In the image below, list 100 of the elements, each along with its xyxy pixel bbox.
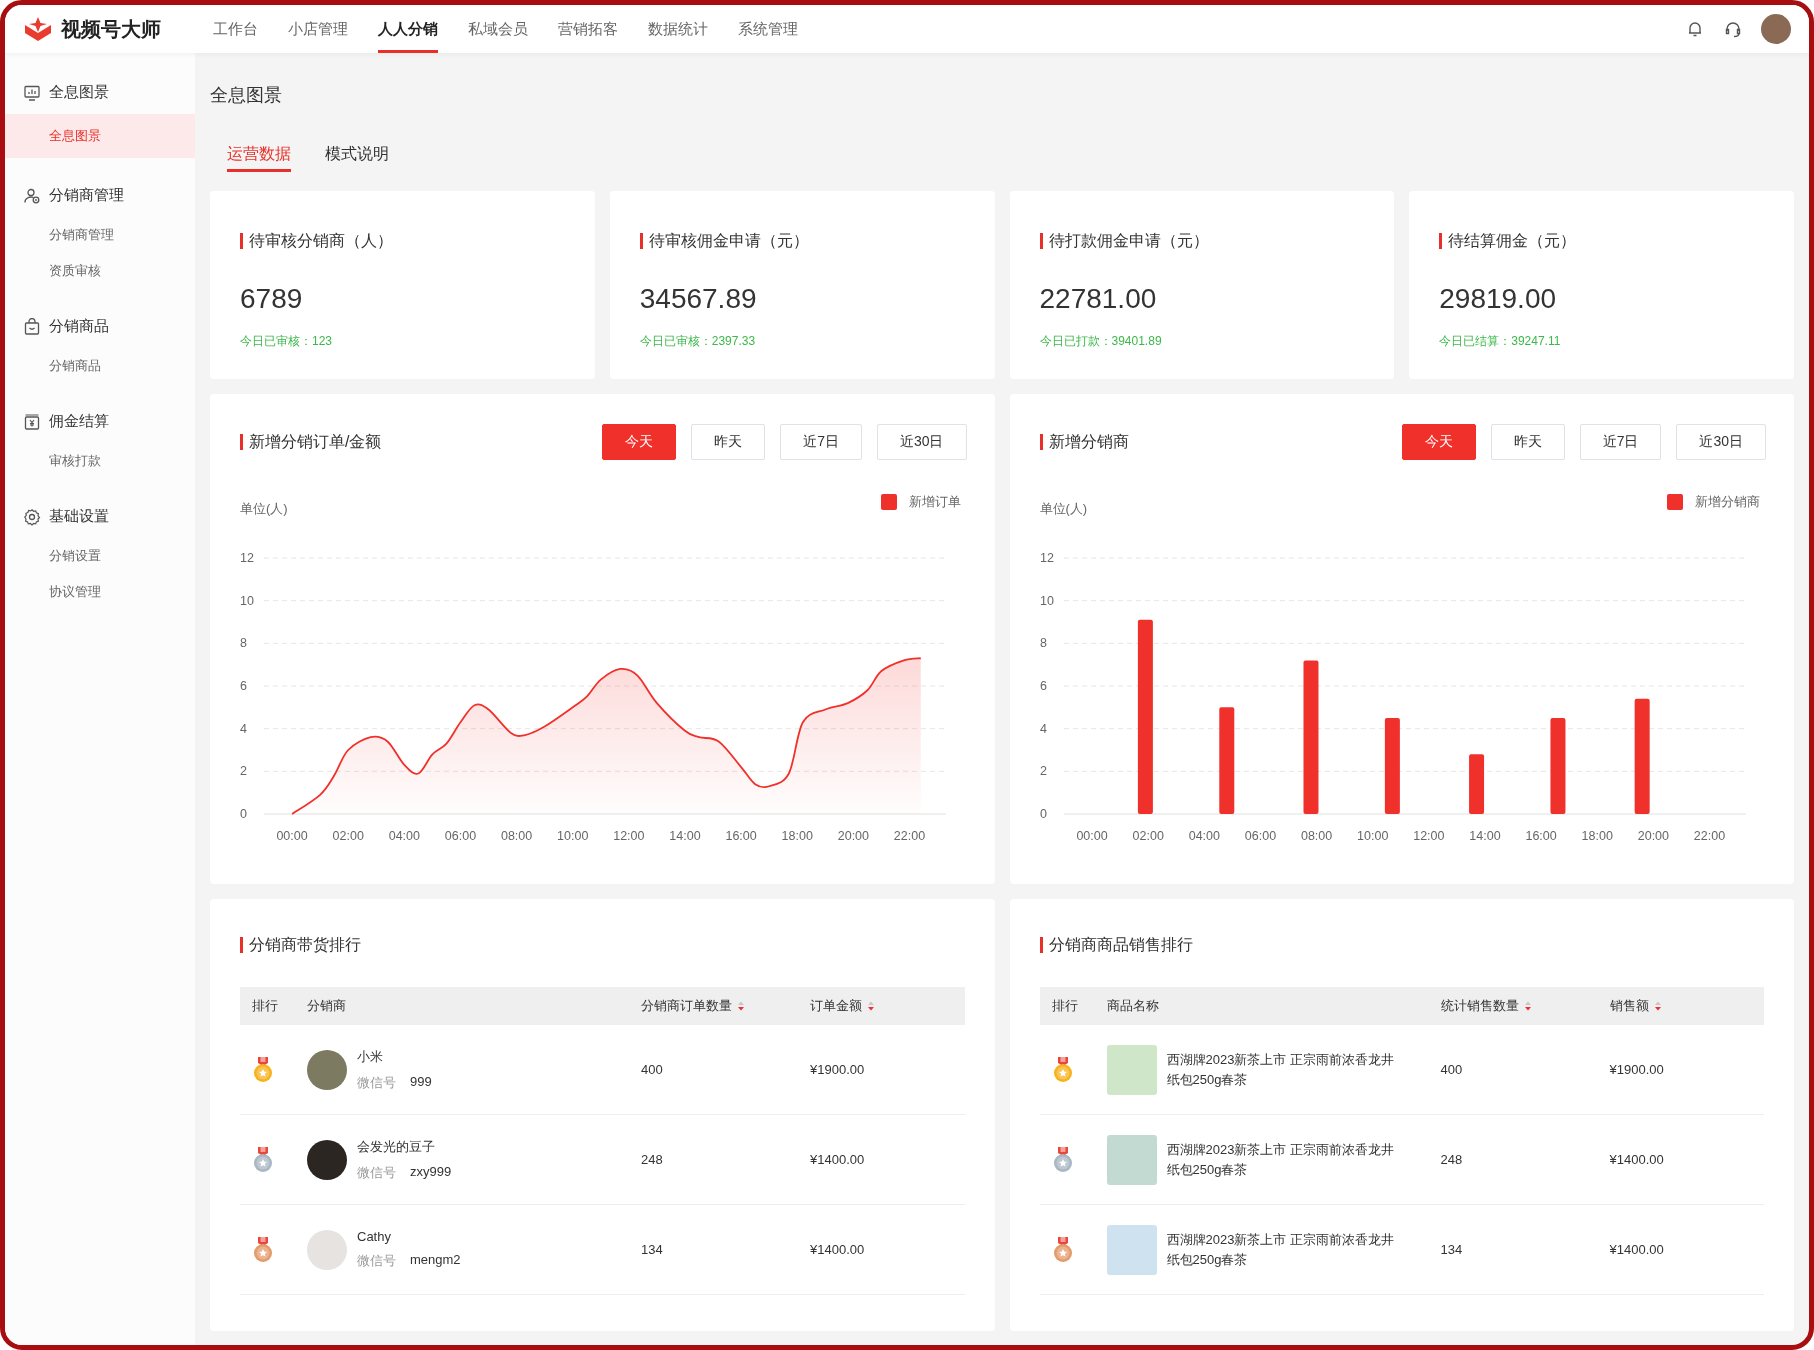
x-tick-label: 22:00: [893, 829, 926, 843]
headset-icon[interactable]: [1723, 19, 1743, 39]
wechat-id: mengm2: [410, 1252, 461, 1269]
y-tick-label: 12: [1039, 551, 1054, 565]
x-tick-label: 06:00: [1244, 829, 1276, 843]
distributor-name: 会发光的豆子: [357, 1137, 436, 1156]
legend-label: 新增分销商: [1695, 493, 1760, 511]
sidebar-item[interactable]: 全息图景: [5, 114, 195, 158]
column-header: 排行: [1051, 997, 1078, 1015]
sidebar-item[interactable]: 分销设置: [5, 538, 195, 574]
nav-tab[interactable]: 人人分销: [378, 5, 438, 53]
product-photo: [1106, 1134, 1157, 1185]
yuan-box-icon: [23, 412, 41, 431]
settings-icon: [23, 507, 41, 526]
y-tick-label: 8: [1039, 636, 1047, 651]
tab[interactable]: 运营数据: [227, 144, 291, 172]
range-button[interactable]: 近7日: [1579, 424, 1662, 460]
column-header: 分销商订单数量: [641, 997, 732, 1015]
sort-icon[interactable]: [737, 1001, 745, 1011]
product-name: 西湖牌2023新茶上市 正宗雨前浓香龙井纸包250g春茶: [1166, 1230, 1396, 1269]
sort-icon[interactable]: [1523, 1001, 1532, 1011]
x-tick-label: 12:00: [613, 829, 645, 843]
sidebar-group-title[interactable]: 分销商品: [49, 317, 109, 336]
stat-value: 6789: [240, 283, 304, 315]
x-tick-label: 02:00: [332, 829, 364, 843]
range-button[interactable]: 今天: [602, 424, 677, 460]
nav-tab[interactable]: 小店管理: [288, 5, 348, 53]
range-button[interactable]: 昨天: [1490, 424, 1565, 460]
table-cell: 134: [1440, 1242, 1463, 1257]
table-cell: 134: [641, 1242, 663, 1257]
sidebar-item[interactable]: 审核打款: [5, 443, 195, 479]
column-header: 商品名称: [1106, 997, 1159, 1015]
range-button[interactable]: 近30日: [1676, 424, 1766, 460]
y-tick-label: 8: [240, 636, 247, 651]
table-title: 分销商商品销售排行: [1039, 937, 1764, 953]
wechat-label: 微信号: [357, 1252, 396, 1270]
nav-tab[interactable]: 数据统计: [648, 5, 708, 53]
table-cell: 248: [1440, 1152, 1463, 1167]
table-cell: 248: [641, 1152, 663, 1167]
sidebar-item[interactable]: 协议管理: [5, 574, 195, 610]
x-tick-label: 08:00: [500, 829, 533, 843]
x-tick-label: 00:00: [276, 829, 308, 843]
range-button[interactable]: 昨天: [691, 424, 766, 460]
y-tick-label: 2: [240, 764, 247, 779]
page-title: 全息图景: [210, 84, 283, 107]
x-tick-label: 18:00: [781, 829, 813, 843]
stat-note: 今日已审核：123: [240, 333, 334, 350]
nav-tab[interactable]: 私域会员: [468, 5, 528, 53]
stat-title: 待结算佣金（元）: [1439, 233, 1764, 249]
tab[interactable]: 模式说明: [325, 144, 389, 172]
x-tick-label: 08:00: [1300, 829, 1332, 843]
x-tick-label: 10:00: [1356, 829, 1388, 843]
sort-icon[interactable]: [867, 1001, 875, 1011]
y-tick-label: 2: [1039, 764, 1047, 779]
stat-value: 29819.00: [1439, 283, 1558, 315]
stat-title: 待审核分销商（人）: [240, 233, 565, 249]
column-header: 分销商: [307, 997, 346, 1015]
wechat-label: 微信号: [357, 1163, 396, 1182]
sidebar-item[interactable]: 资质审核: [5, 253, 195, 289]
table-cell: ¥1400.00: [810, 1242, 865, 1257]
x-tick-label: 22:00: [1693, 829, 1725, 843]
monitor-chart-icon: [23, 83, 41, 102]
stat-value: 22781.00: [1039, 283, 1158, 315]
product-photo: [1106, 1224, 1157, 1275]
sidebar-group-title[interactable]: 佣金结算: [49, 412, 109, 431]
wechat-label: 微信号: [357, 1073, 396, 1092]
x-tick-label: 00:00: [1075, 829, 1108, 843]
x-tick-label: 10:00: [557, 829, 589, 843]
x-tick-label: 12:00: [1412, 829, 1444, 843]
sidebar-group-title[interactable]: 分销商管理: [49, 186, 124, 205]
x-tick-label: 06:00: [444, 829, 477, 843]
sidebar-item[interactable]: 分销商品: [5, 348, 195, 384]
sidebar-item[interactable]: 分销商管理: [5, 217, 195, 253]
sidebar-group-title[interactable]: 全息图景: [49, 83, 109, 102]
avatar-photo: [307, 1139, 347, 1180]
column-header: 销售额: [1609, 997, 1649, 1015]
legend-label: 新增订单: [908, 493, 961, 511]
x-tick-label: 20:00: [837, 829, 869, 843]
avatar-photo: [307, 1229, 347, 1270]
logo-icon: [23, 16, 53, 42]
table-cell: ¥1900.00: [810, 1062, 865, 1077]
nav-tab[interactable]: 工作台: [213, 5, 258, 53]
y-tick-label: 4: [1039, 721, 1047, 736]
nav-tab[interactable]: 营销拓客: [558, 5, 618, 53]
range-button[interactable]: 今天: [1401, 424, 1476, 460]
stat-title: 待打款佣金申请（元）: [1039, 233, 1365, 249]
stat-value: 34567.89: [639, 283, 758, 315]
user-avatar[interactable]: [1761, 14, 1791, 44]
stat-note: 今日已打款：39401.89: [1039, 333, 1163, 350]
range-button[interactable]: 近7日: [780, 424, 862, 460]
table-cell: ¥1400.00: [1609, 1242, 1664, 1257]
table-cell: ¥1900.00: [1609, 1062, 1664, 1077]
x-tick-label: 04:00: [388, 829, 420, 843]
sidebar-group-title[interactable]: 基础设置: [49, 507, 109, 526]
range-button[interactable]: 近30日: [876, 424, 967, 460]
product-name: 西湖牌2023新茶上市 正宗雨前浓香龙井纸包250g春茶: [1166, 1050, 1396, 1089]
nav-tab[interactable]: 系统管理: [738, 5, 798, 53]
sort-icon[interactable]: [1653, 1001, 1662, 1011]
bag-icon: [23, 317, 41, 336]
distributor-name: 小米: [357, 1047, 384, 1066]
